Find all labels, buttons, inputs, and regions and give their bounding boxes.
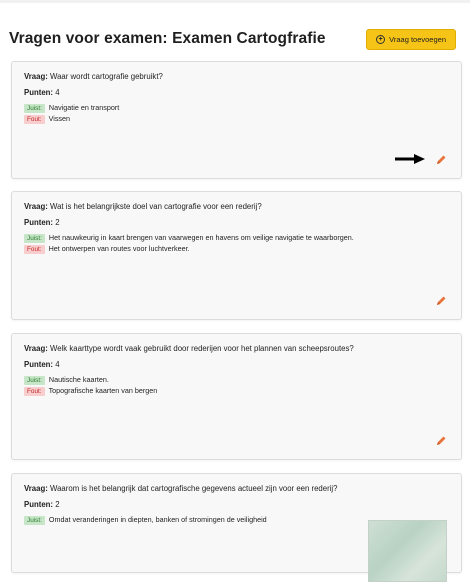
pencil-icon[interactable]	[435, 435, 447, 447]
correct-tag: Juist:	[24, 375, 45, 385]
correct-answer-text: Omdat veranderingen in diepten, banken o…	[48, 514, 267, 524]
question-text: Vraag: Waar wordt cartografie gebruikt?	[24, 72, 354, 82]
wrong-answer-text: Het ontwerpen van routes voor luchtverke…	[48, 243, 190, 253]
correct-tag: Juist:	[24, 103, 45, 113]
question-points: Punten: 4	[24, 88, 449, 97]
wrong-answer: Fout: Vissen	[24, 114, 354, 124]
points-value: 4	[55, 359, 60, 369]
wrong-answer: Fout: Topografische kaarten van bergen	[24, 386, 354, 396]
wrong-tag: Fout:	[24, 386, 45, 396]
correct-answer-text: Het nauwkeurig in kaart brengen van vaar…	[48, 232, 354, 242]
add-question-label: Vraag toevoegen	[389, 34, 446, 44]
correct-answer: Juist: Nautische kaarten.	[24, 375, 354, 385]
question-body: Waar wordt cartografie gebruikt?	[50, 72, 163, 81]
map-thumbnail[interactable]	[368, 520, 447, 582]
correct-answer: Juist: Het nauwkeurig in kaart brengen va…	[24, 233, 354, 243]
wrong-answer-text: Topografische kaarten van bergen	[48, 385, 158, 395]
points-value: 2	[55, 499, 60, 509]
question-card: Vraag: Waar wordt cartografie gebruikt? …	[11, 61, 462, 179]
question-body: Waarom is het belangrijk dat cartografis…	[50, 484, 338, 493]
question-prefix: Vraag:	[24, 72, 48, 81]
top-border	[0, 0, 470, 3]
page-title: Vragen voor examen: Examen Cartogfrafie	[9, 30, 326, 47]
correct-answer-text: Nautische kaarten.	[48, 374, 109, 384]
points-value: 4	[55, 87, 60, 97]
question-card: Vraag: Wat is het belangrijkste doel van…	[11, 191, 462, 320]
question-prefix: Vraag:	[24, 202, 48, 211]
question-points: Punten: 2	[24, 218, 449, 227]
question-card: Vraag: Welk kaarttype wordt vaak gebruik…	[11, 333, 462, 460]
question-text: Vraag: Welk kaarttype wordt vaak gebruik…	[24, 344, 354, 354]
question-text: Vraag: Waarom is het belangrijk dat cart…	[24, 484, 354, 494]
question-text: Vraag: Wat is het belangrijkste doel van…	[24, 202, 354, 212]
wrong-tag: Fout:	[24, 114, 45, 124]
correct-answer: Juist: Navigatie en transport	[24, 103, 354, 113]
correct-answer: Juist: Omdat veranderingen in diepten, ba…	[24, 515, 354, 525]
question-points: Punten: 2	[24, 500, 449, 509]
arrow-right-icon	[395, 154, 425, 164]
pencil-icon[interactable]	[435, 295, 447, 307]
question-card: Vraag: Waarom is het belangrijk dat cart…	[11, 473, 462, 582]
points-value: 2	[55, 217, 60, 227]
points-prefix: Punten:	[24, 359, 54, 369]
question-prefix: Vraag:	[24, 344, 48, 353]
wrong-answer-text: Vissen	[48, 113, 71, 123]
correct-tag: Juist:	[24, 515, 45, 525]
points-prefix: Punten:	[24, 217, 54, 227]
question-body: Welk kaarttype wordt vaak gebruikt door …	[50, 344, 354, 353]
wrong-tag: Fout:	[24, 244, 45, 254]
add-question-button[interactable]: + Vraag toevoegen	[366, 28, 456, 50]
page-header: Vragen voor examen: Examen Cartogfrafie …	[9, 27, 456, 51]
question-body: Wat is het belangrijkste doel van cartog…	[50, 202, 262, 211]
question-points: Punten: 4	[24, 360, 449, 369]
points-prefix: Punten:	[24, 499, 54, 509]
correct-tag: Juist:	[24, 233, 45, 243]
points-prefix: Punten:	[24, 87, 54, 97]
wrong-answer: Fout: Het ontwerpen van routes voor lucht…	[24, 244, 354, 254]
correct-answer-text: Navigatie en transport	[48, 102, 120, 112]
question-prefix: Vraag:	[24, 484, 48, 493]
plus-circle-icon: +	[376, 34, 386, 44]
pencil-icon[interactable]	[435, 154, 447, 166]
